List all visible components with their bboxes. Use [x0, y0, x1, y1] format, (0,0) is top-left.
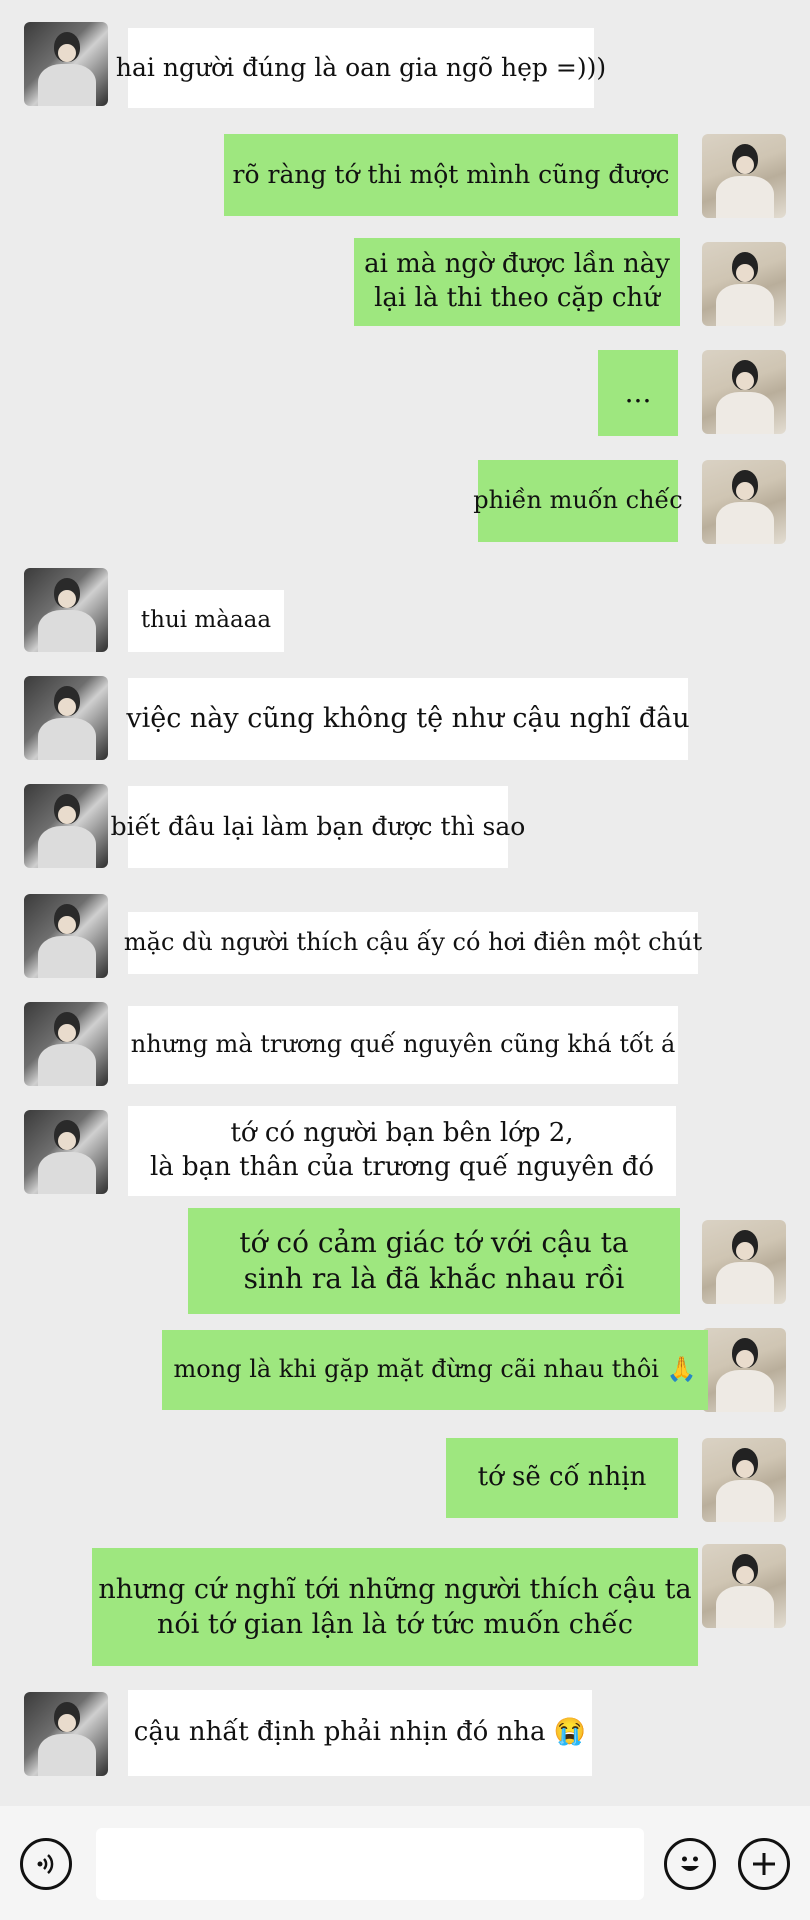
outgoing-message-bubble[interactable]: ai mà ngờ được lần này lại là thi theo cặ… [354, 238, 680, 326]
message-text: thui màaaa [140, 607, 272, 634]
message-text: sinh ra là đã khắc nhau rồi [243, 1262, 625, 1295]
message-text: tớ có cảm giác tớ với cậu ta [239, 1225, 629, 1259]
my-avatar[interactable] [702, 242, 786, 326]
contact-avatar[interactable] [24, 1110, 108, 1194]
message-text: ai mà ngờ được lần này [364, 249, 670, 280]
contact-avatar[interactable] [24, 568, 108, 652]
incoming-message-bubble[interactable]: hai người đúng là oan gia ngõ hẹp =))) [116, 28, 606, 108]
message-text: là bạn thân của trương quế nguyên đó [149, 1152, 655, 1182]
message-text: hai người đúng là oan gia ngõ hẹp =))) [115, 52, 607, 82]
incoming-message-bubble[interactable]: nhưng mà trương quế nguyên cũng khá tốt … [128, 1006, 678, 1084]
message-text: mong là khi gặp mặt đừng cãi nhau thôi 🙏 [173, 1355, 697, 1384]
message-text: lại là thi theo cặp chứ [374, 283, 660, 313]
emoji-icon[interactable] [664, 1838, 716, 1890]
outgoing-message-bubble[interactable]: phiền muốn chếc [473, 460, 683, 542]
message-text: ... [624, 375, 652, 409]
incoming-message-bubble[interactable]: biết đâu lại làm bạn được thì sao [111, 786, 525, 868]
contact-avatar[interactable] [24, 22, 108, 106]
message-text: cậu nhất định phải nhịn đó nha 😭 [133, 1717, 587, 1748]
incoming-message-bubble[interactable]: tớ có người bạn bên lớp 2, là bạn thân củ… [128, 1106, 676, 1196]
message-text: biết đâu lại làm bạn được thì sao [110, 811, 526, 841]
contact-avatar[interactable] [24, 1002, 108, 1086]
chat-history[interactable]: hai người đúng là oan gia ngõ hẹp =))) rõ… [0, 0, 810, 1798]
outgoing-message-bubble[interactable]: nhưng cứ nghĩ tới những người thích cậu … [92, 1548, 698, 1666]
outgoing-message-bubble[interactable]: tớ có cảm giác tớ với cậu ta sinh ra là đ… [188, 1208, 680, 1314]
incoming-message-bubble[interactable]: mặc dù người thích cậu ấy có hơi điên mộ… [124, 912, 702, 974]
outgoing-message-bubble[interactable]: ... [598, 350, 678, 436]
contact-avatar[interactable] [24, 894, 108, 978]
outgoing-message-bubble[interactable]: tớ sẽ cố nhịn [446, 1438, 678, 1518]
message-text: nhưng mà trương quế nguyên cũng khá tốt … [130, 1030, 676, 1059]
message-text: phiền muốn chếc [473, 486, 683, 515]
my-avatar[interactable] [702, 134, 786, 218]
message-text: tớ sẽ cố nhịn [477, 1462, 647, 1493]
incoming-message-bubble[interactable]: thui màaaa [128, 590, 284, 652]
my-avatar[interactable] [702, 1220, 786, 1304]
my-avatar[interactable] [702, 1544, 786, 1628]
composer-bar [0, 1806, 810, 1920]
incoming-message-bubble[interactable]: việc này cũng không tệ như cậu nghĩ đâu [126, 678, 690, 760]
outgoing-message-bubble[interactable]: mong là khi gặp mặt đừng cãi nhau thôi 🙏 [162, 1330, 708, 1410]
message-input[interactable] [96, 1828, 644, 1900]
message-text: nói tớ gian lận là tớ tức muốn chếc [157, 1609, 633, 1640]
message-text: nhưng cứ nghĩ tới những người thích cậu … [98, 1573, 692, 1605]
contact-avatar[interactable] [24, 784, 108, 868]
message-text: mặc dù người thích cậu ấy có hơi điên mộ… [123, 928, 703, 957]
my-avatar[interactable] [702, 1328, 786, 1412]
voice-icon[interactable] [20, 1838, 72, 1890]
message-text: việc này cũng không tệ như cậu nghĩ đâu [126, 703, 690, 735]
my-avatar[interactable] [702, 1438, 786, 1522]
contact-avatar[interactable] [24, 676, 108, 760]
message-text: tớ có người bạn bên lớp 2, [230, 1118, 574, 1149]
my-avatar[interactable] [702, 460, 786, 544]
outgoing-message-bubble[interactable]: rõ ràng tớ thi một mình cũng được [224, 134, 678, 216]
my-avatar[interactable] [702, 350, 786, 434]
add-icon[interactable] [738, 1838, 790, 1890]
contact-avatar[interactable] [24, 1692, 108, 1776]
incoming-message-bubble[interactable]: cậu nhất định phải nhịn đó nha 😭 [128, 1690, 592, 1776]
message-text: rõ ràng tớ thi một mình cũng được [232, 159, 670, 189]
